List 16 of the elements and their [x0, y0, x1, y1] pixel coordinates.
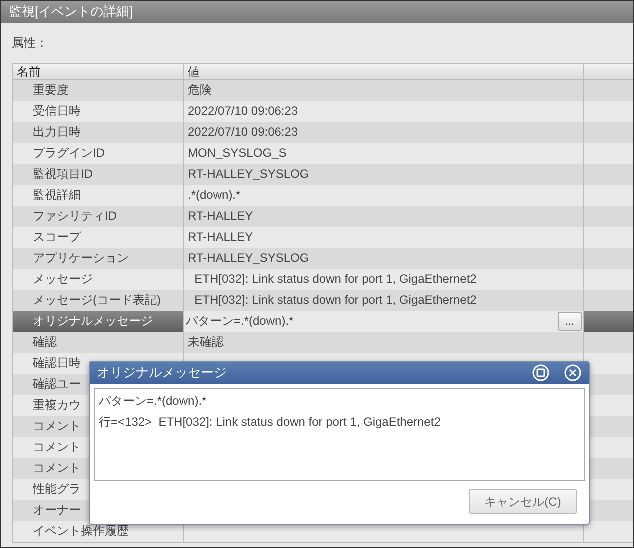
table-cell-text: 2022/07/10 09:06:23 — [187, 124, 298, 141]
table-cell-text: ETH[032]: Link status down for port 1, GigaEthernet2 — [194, 292, 477, 309]
table-cell-text: RT-HALLEY_SYSLOG — [187, 250, 310, 267]
table-cell-text: ETH[032]: Link status down for port 1, GigaEthernet2 — [194, 271, 477, 288]
section-label: 属性： — [12, 35, 48, 52]
window-title: 監視[イベントの詳細] — [9, 3, 134, 22]
table-cell-text: RT-HALLEY_SYSLOG — [187, 166, 310, 183]
table-cell: オリジナルメッセージ — [13, 311, 184, 332]
table-cell-text: .*(down).* — [187, 187, 241, 204]
table-cell-text: 危険 — [187, 82, 212, 99]
table-cell-text: 未確認 — [187, 334, 224, 351]
table-cell-text: パターン=.*(down).* — [185, 313, 294, 330]
table-cell-text: MON_SYSLOG_S — [187, 145, 287, 162]
table-cell-text: RT-HALLEY — [187, 208, 254, 225]
table-cell-text: 2022/07/10 09:06:23 — [187, 103, 298, 120]
table-cell-text: RT-HALLEY — [187, 229, 254, 246]
